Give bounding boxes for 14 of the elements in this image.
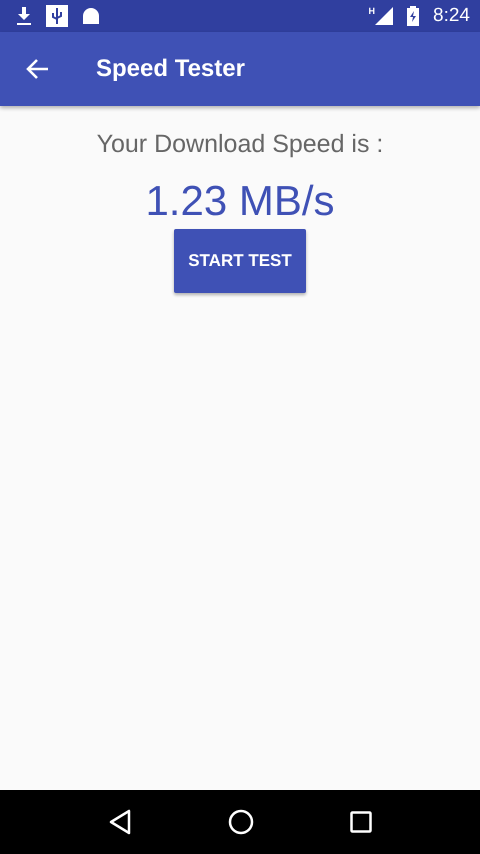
home-nav-button[interactable] xyxy=(228,809,254,835)
back-button[interactable] xyxy=(24,57,50,81)
speed-value: 1.23 MB/s xyxy=(145,177,335,225)
download-icon xyxy=(16,7,32,25)
app-title: Speed Tester xyxy=(96,55,245,83)
battery-icon xyxy=(407,6,420,26)
signal-icon xyxy=(375,7,394,25)
back-nav-button[interactable] xyxy=(108,809,132,835)
clock: 8:24 xyxy=(433,5,470,27)
network-type: H xyxy=(368,6,376,16)
start-test-button[interactable]: START TEST xyxy=(174,229,306,293)
recents-nav-button[interactable] xyxy=(350,811,372,833)
speed-label: Your Download Speed is : xyxy=(96,130,384,159)
usb-icon xyxy=(46,5,68,27)
